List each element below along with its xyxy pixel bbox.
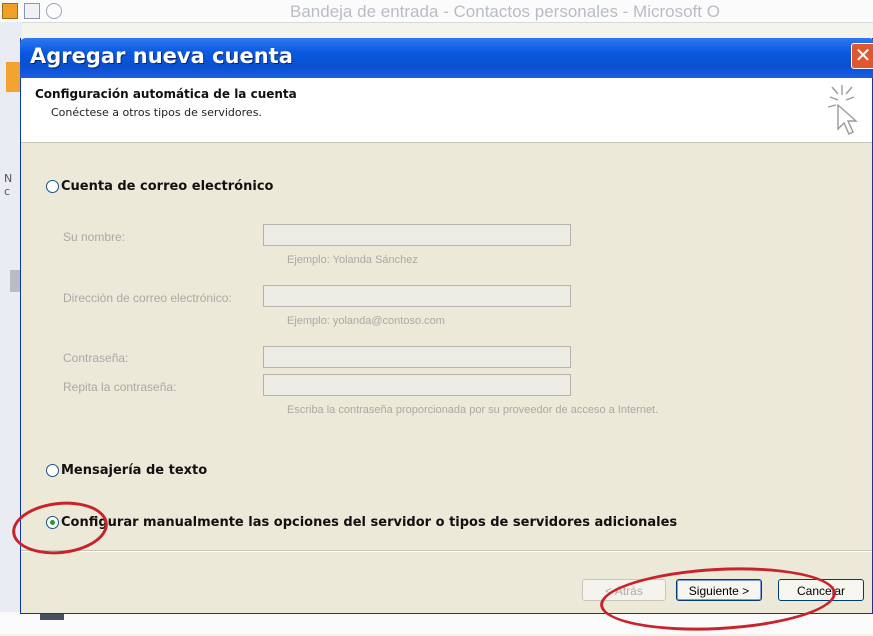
name-hint: Ejemplo: Yolanda Sánchez — [287, 254, 418, 266]
email-address-hint: Ejemplo: yolanda@contoso.com — [287, 315, 445, 327]
repeat-password-label: Repita la contraseña: — [63, 380, 177, 394]
name-label: Su nombre: — [63, 230, 126, 244]
footer-divider — [21, 550, 872, 552]
text-messaging-label: Mensajería de texto — [61, 463, 208, 478]
header-subtitle: Conéctese a otros tipos de servidores. — [51, 106, 262, 119]
repeat-password-input[interactable] — [263, 374, 571, 396]
background-status-area — [0, 612, 873, 634]
background-sidebar-text: N c — [4, 172, 13, 198]
manual-config-label: Configurar manualmente las opciones del … — [61, 515, 678, 530]
back-button[interactable]: < Atrás — [582, 579, 666, 601]
text-messaging-radio[interactable] — [46, 464, 59, 477]
close-button[interactable]: ✕ — [851, 43, 873, 69]
name-input[interactable] — [263, 224, 571, 246]
background-window-title: Bandeja de entrada - Contactos personale… — [290, 2, 720, 21]
next-button[interactable]: Siguiente > — [676, 579, 762, 601]
option-email-account[interactable]: Cuenta de correo electrónico — [46, 179, 273, 194]
password-input[interactable] — [263, 346, 571, 368]
email-address-label: Dirección de correo electrónico: — [63, 291, 232, 305]
save-icon — [24, 3, 40, 19]
option-text-messaging[interactable]: Mensajería de texto — [46, 463, 207, 478]
password-label: Contraseña: — [63, 351, 129, 365]
add-account-dialog: Agregar nueva cuenta ✕ Configuración aut… — [20, 38, 873, 614]
manual-config-radio[interactable] — [46, 516, 59, 529]
background-sidebar: N c — [0, 22, 22, 634]
cancel-button[interactable]: Cancelar — [778, 579, 864, 601]
password-hint: Escriba la contraseña proporcionada por … — [287, 404, 659, 416]
header-title: Configuración automática de la cuenta — [35, 87, 297, 101]
dialog-title: Agregar nueva cuenta — [30, 44, 293, 68]
email-address-input[interactable] — [263, 285, 571, 307]
dialog-header: Configuración automática de la cuenta Co… — [21, 78, 872, 143]
background-toolbar: Bandeja de entrada - Contactos personale… — [0, 0, 873, 23]
outlook-icon — [2, 3, 18, 19]
email-account-label: Cuenta de correo electrónico — [61, 179, 274, 194]
close-icon: ✕ — [854, 43, 872, 67]
wizard-cursor-icon — [827, 85, 858, 135]
email-account-radio[interactable] — [46, 180, 59, 193]
option-manual-config[interactable]: Configurar manualmente las opciones del … — [46, 515, 677, 530]
undo-icon — [46, 3, 62, 19]
dialog-titlebar[interactable]: Agregar nueva cuenta ✕ — [20, 38, 873, 78]
